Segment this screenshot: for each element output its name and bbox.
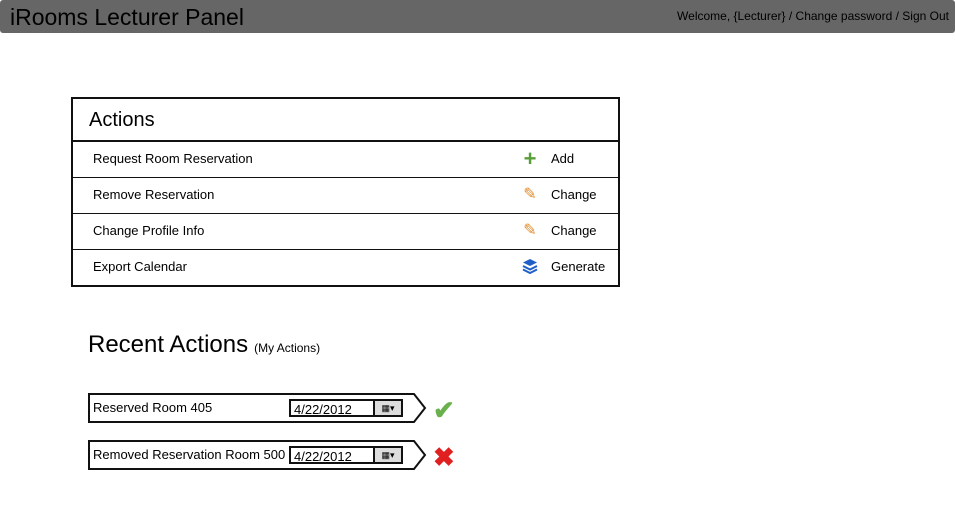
actions-title: Actions	[73, 99, 618, 142]
actions-panel: Actions Request Room Reservation + Add R…	[71, 97, 620, 287]
top-bar: iRooms Lecturer Panel Welcome, {Lecturer…	[0, 0, 955, 33]
pencil-icon: ✎	[523, 222, 537, 239]
action-row-request-reservation[interactable]: Request Room Reservation + Add	[73, 142, 618, 178]
sign-out-link[interactable]: Sign Out	[902, 9, 949, 23]
add-button[interactable]: Add	[551, 151, 574, 166]
change-button[interactable]: Change	[551, 187, 597, 202]
date-value: 4/22/2012	[294, 449, 352, 464]
date-picker[interactable]: 4/22/2012 ▦▾	[289, 399, 403, 417]
recent-title: Recent Actions	[88, 331, 249, 358]
action-label: Remove Reservation	[93, 187, 215, 202]
recent-actions-heading: Recent Actions (My Actions)	[88, 331, 320, 359]
pencil-icon: ✎	[523, 186, 537, 203]
action-label: Request Room Reservation	[93, 151, 253, 166]
cross-icon: ✖	[433, 442, 455, 472]
action-row-export-calendar[interactable]: Export Calendar Generate	[73, 250, 618, 285]
separator: /	[892, 9, 903, 23]
recent-subtitle: (My Actions)	[254, 341, 321, 355]
recent-item-text: Reserved Room 405	[93, 400, 213, 415]
separator: /	[785, 9, 796, 23]
calendar-icon[interactable]: ▦▾	[373, 401, 401, 415]
recent-item: Reserved Room 405 4/22/2012 ▦▾ ✔	[88, 393, 455, 425]
action-label: Change Profile Info	[93, 223, 205, 238]
action-row-change-profile[interactable]: Change Profile Info ✎ Change	[73, 214, 618, 250]
plus-icon: +	[523, 146, 537, 171]
recent-item: Removed Reservation Room 500 4/22/2012 ▦▾…	[88, 440, 455, 472]
generate-button[interactable]: Generate	[551, 259, 605, 274]
action-label: Export Calendar	[93, 259, 187, 274]
date-picker[interactable]: 4/22/2012 ▦▾	[289, 446, 403, 464]
welcome-text: Welcome, {Lecturer}	[677, 9, 786, 23]
calendar-icon[interactable]: ▦▾	[373, 448, 401, 462]
check-icon: ✔	[433, 395, 455, 425]
user-menu: Welcome, {Lecturer} / Change password / …	[677, 9, 949, 23]
action-row-remove-reservation[interactable]: Remove Reservation ✎ Change	[73, 178, 618, 214]
recent-item-text: Removed Reservation Room 500	[93, 447, 286, 462]
date-value: 4/22/2012	[294, 402, 352, 417]
change-password-link[interactable]: Change password	[796, 9, 893, 23]
change-button[interactable]: Change	[551, 223, 597, 238]
app-title: iRooms Lecturer Panel	[10, 4, 244, 30]
layers-icon	[521, 258, 539, 276]
